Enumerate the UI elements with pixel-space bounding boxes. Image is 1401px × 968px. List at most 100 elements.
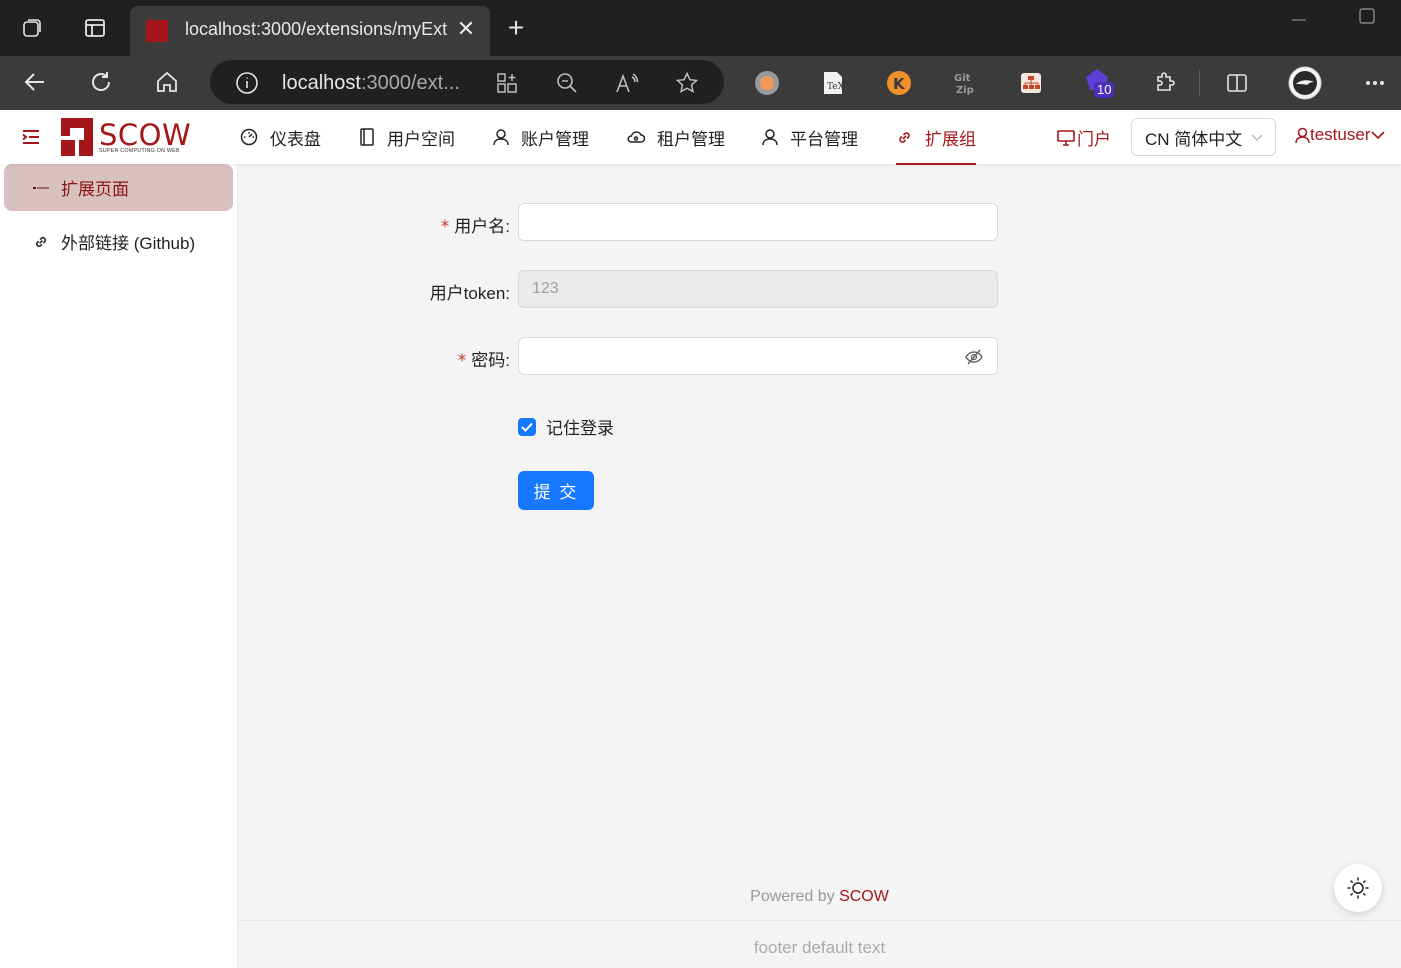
username-label-text: 用户名: [454,217,510,236]
extension-tex-icon[interactable]: TeX [818,68,848,98]
favorite-star-icon[interactable] [674,70,700,96]
footer-divider [238,920,1401,921]
nav-label: 租户管理 [657,129,725,149]
maximize-icon[interactable] [1355,4,1379,28]
nav-dashboard[interactable]: 仪表盘 [240,110,321,164]
nav-label: 仪表盘 [270,129,321,149]
portal-link[interactable]: 门户 [1057,125,1111,150]
powered-by: Powered by SCOW [238,888,1401,906]
user-icon [1295,127,1310,143]
footer-text: footer default text [753,938,886,957]
logo-text: SCOW [99,118,192,152]
language-select[interactable]: CN 简体中文 [1131,118,1276,156]
link-icon [33,234,49,250]
user-menu[interactable]: testuser [1295,125,1386,145]
url-path: :3000/ext... [360,72,460,94]
new-tab-icon[interactable]: + [500,12,532,44]
user-name: testuser [1310,125,1371,144]
powered-by-link[interactable]: SCOW [839,888,889,905]
url-text[interactable]: localhost:3000/ext... [282,72,460,95]
login-form: *用户名: 用户token: *密码: 记住登录 提 交 [238,164,1401,864]
password-input[interactable] [518,337,998,375]
extensions-puzzle-icon[interactable] [1150,68,1180,98]
refresh-icon[interactable] [86,67,116,97]
more-menu-icon[interactable] [1360,68,1390,98]
split-screen-icon[interactable] [1222,68,1252,98]
svg-text:K: K [893,75,906,93]
nav-label: 扩展组 [925,129,976,149]
token-input [518,270,998,308]
nav-label: 平台管理 [790,129,858,149]
svg-text:Zip: Zip [956,85,974,96]
user-icon [762,129,778,146]
home-icon[interactable] [152,67,182,97]
link-icon [899,131,910,143]
minimize-icon[interactable] [1287,4,1311,28]
chevron-down-icon [1251,134,1263,141]
back-icon[interactable] [20,67,50,97]
theme-toggle-button[interactable] [1334,864,1382,912]
portal-label: 门户 [1077,130,1111,149]
remember-login-label: 记住登录 [546,419,614,438]
extension-sitemap-icon[interactable] [1016,68,1046,98]
nav-label: 用户空间 [387,129,455,149]
sidebar-item-extension-page[interactable]: 扩展页面 [4,164,233,211]
sidebar-item-label: 外部链接 (Github) [61,234,196,253]
browser-tab-bar: localhost:3000/extensions/myExt ✕ + [0,0,1401,56]
sidebar: 扩展页面 外部链接 (Github) [0,164,238,968]
checkbox-checked-icon[interactable] [518,417,536,436]
extension-record-icon[interactable] [752,68,782,98]
powered-by-prefix: Powered by [750,888,840,905]
svg-text:Git: Git [954,73,971,84]
scow-logo-mark-icon [61,118,93,156]
svg-text:TeX: TeX [827,82,845,92]
workspaces-icon[interactable] [18,14,46,42]
sidebar-item-external-link[interactable]: 外部链接 (Github) [4,218,233,265]
extension-page-icon [33,185,49,191]
username-label-cell: * 用户名: [238,203,510,241]
token-label-cell: 用户token: [238,270,510,308]
desktop-icon [1057,129,1075,146]
logo-subtitle: SUPER COMPUTING ON WEB [99,148,180,154]
sun-icon [1347,877,1369,899]
cloud-icon [627,131,645,143]
language-value: CN 简体中文 [1145,129,1243,149]
close-icon[interactable]: ✕ [452,15,480,43]
username-input[interactable] [518,203,998,241]
app-viewport: SCOW SUPER COMPUTING ON WEB 仪表盘 用户空间 账户管… [0,110,1401,968]
sidebar-item-label: 扩展页面 [61,180,129,199]
extension-gitzip-icon[interactable]: Git Zip [950,68,980,98]
browser-tab[interactable]: localhost:3000/extensions/myExt ✕ [130,6,490,56]
zoom-icon[interactable] [554,70,580,96]
address-bar[interactable]: localhost:3000/ext... [210,60,724,104]
scow-logo[interactable]: SCOW SUPER COMPUTING ON WEB [61,118,191,158]
nav-platform-management[interactable]: 平台管理 [762,110,858,164]
eye-invisible-icon[interactable] [965,348,985,368]
tab-title: localhost:3000/extensions/myExt [185,19,447,39]
book-icon [360,128,374,146]
password-label-cell: * 密码: [238,337,510,375]
site-info-icon[interactable] [234,70,260,96]
nav-tenant-management[interactable]: 租户管理 [627,110,725,164]
extension-badge-icon[interactable]: 10 [1084,68,1120,98]
tab-actions-icon[interactable] [81,14,109,42]
browser-toolbar: localhost:3000/ext... TeX K Git Zip 10 [0,56,1401,110]
password-label-text: 密码: [471,351,510,370]
password-label: * 密码: [457,351,510,371]
token-label: 用户token: [429,284,510,303]
extension-k-icon[interactable]: K [884,68,914,98]
nav-user-space[interactable]: 用户空间 [359,110,455,164]
remember-login-checkbox[interactable]: 记住登录 [518,414,614,439]
submit-button[interactable]: 提 交 [518,471,594,510]
chevron-down-icon [1371,131,1386,140]
app-available-icon[interactable] [494,70,520,96]
app-header: SCOW SUPER COMPUTING ON WEB 仪表盘 用户空间 账户管… [0,110,1401,165]
user-icon [493,129,509,146]
nav-account-management[interactable]: 账户管理 [493,110,589,164]
nav-label: 账户管理 [521,129,589,149]
read-aloud-icon[interactable] [614,70,640,96]
nav-extension-group[interactable]: 扩展组 [896,110,976,165]
menu-fold-icon[interactable] [22,128,42,148]
extension-badge-count: 10 [1094,82,1115,98]
profile-avatar[interactable] [1288,66,1322,100]
